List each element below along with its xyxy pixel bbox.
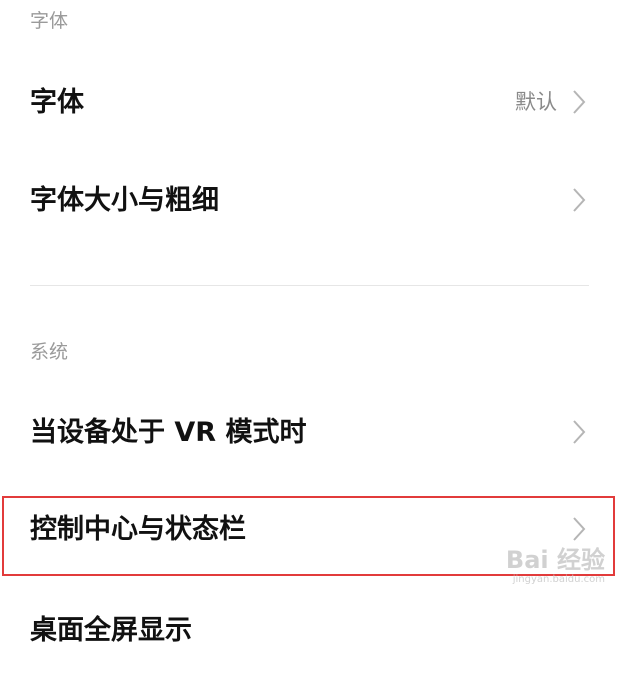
watermark-main-text: Bai 经验 <box>506 548 605 572</box>
settings-row-vr-mode[interactable]: 当设备处于 VR 模式时 <box>0 387 619 477</box>
row-label-control-center-status-bar: 控制中心与状态栏 <box>30 513 246 545</box>
settings-row-desktop-fullscreen[interactable]: 桌面全屏显示 <box>0 585 619 675</box>
section-header-system: 系统 <box>30 341 69 363</box>
row-label-font: 字体 <box>30 86 84 118</box>
baidu-jingyan-watermark: Bai 经验 jingyan.baidu.com <box>506 548 605 585</box>
section-divider <box>30 285 589 286</box>
settings-row-font[interactable]: 字体 默认 <box>0 57 619 147</box>
section-header-font: 字体 <box>30 10 69 32</box>
chevron-right-icon <box>569 515 589 543</box>
chevron-right-icon <box>569 186 589 214</box>
row-label-vr-mode: 当设备处于 VR 模式时 <box>30 416 307 448</box>
row-label-desktop-fullscreen: 桌面全屏显示 <box>30 614 192 646</box>
chevron-right-icon <box>569 88 589 116</box>
settings-row-font-size-weight[interactable]: 字体大小与粗细 <box>0 155 619 245</box>
watermark-url: jingyan.baidu.com <box>512 574 605 585</box>
watermark-main-label: Bai 经验 <box>505 546 605 574</box>
row-value-font-default: 默认 <box>515 89 557 114</box>
chevron-right-icon <box>569 418 589 446</box>
row-label-font-size-weight: 字体大小与粗细 <box>30 184 219 216</box>
